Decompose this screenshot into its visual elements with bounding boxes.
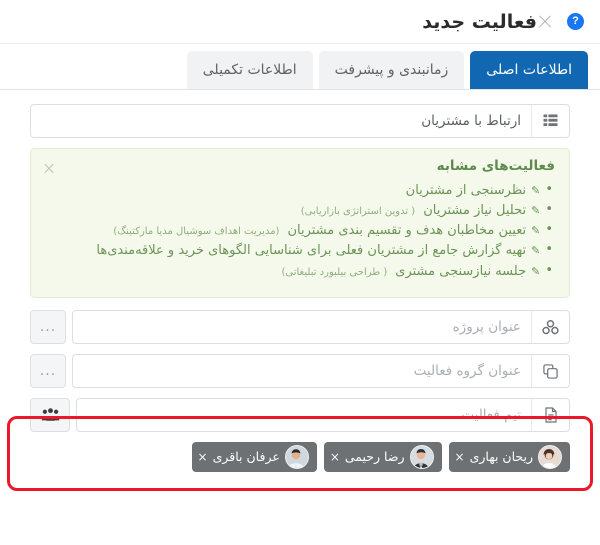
cubes-icon[interactable] xyxy=(531,311,569,343)
pencil-square-icon[interactable]: ✎ xyxy=(531,202,540,219)
similar-activity-note: ( طراحی بیلبورد تبلیغاتی) xyxy=(281,266,388,278)
team-member-name: عرفان باقری xyxy=(212,448,280,464)
copy-icon[interactable] xyxy=(531,355,569,387)
tab-supplementary-info[interactable]: اطلاعات تکمیلی xyxy=(186,51,313,89)
pencil-square-icon[interactable]: ✎ xyxy=(531,263,540,280)
activity-group-more-button[interactable]: ... xyxy=(30,354,66,388)
bullet-icon: • xyxy=(545,182,553,197)
team-member-name: ریحان بهاری xyxy=(469,448,533,464)
team-member-name: رضا رحیمی xyxy=(344,448,405,464)
remove-member-icon[interactable]: × xyxy=(330,451,340,463)
list-item[interactable]: • ✎ نظرسنجی از مشتریان xyxy=(43,181,555,201)
avatar xyxy=(409,445,434,469)
tab-schedule-progress[interactable]: زمانبندی و پیشرفت xyxy=(318,51,465,89)
remove-member-icon[interactable]: × xyxy=(455,451,465,463)
modal-header: ? فعالیت جدید xyxy=(0,0,600,44)
project-more-button[interactable]: ... xyxy=(30,310,66,344)
similar-activity-label: جلسه نیازسنجی مشتری xyxy=(395,263,527,279)
list-item[interactable]: • ✎ جلسه نیازسنجی مشتری ( طراحی بیلبورد … xyxy=(43,262,555,282)
list-item[interactable]: • ✎ تحلیل نیاز مشتریان ( تدوین استراتژی … xyxy=(43,201,555,221)
list-item[interactable]: • ✎ تهیه گزارش جامع از مشتریان فعلی برای… xyxy=(43,241,555,261)
bullet-icon: • xyxy=(545,262,553,278)
pencil-square-icon[interactable]: ✎ xyxy=(531,222,540,239)
page-title: فعالیت جدید xyxy=(422,10,537,33)
activity-team-field[interactable] xyxy=(76,398,570,432)
pencil-square-icon[interactable]: ✎ xyxy=(531,242,540,259)
activity-group-row: ... xyxy=(30,354,570,388)
bullet-icon: • xyxy=(545,202,553,218)
team-member-chip[interactable]: رضا رحیمی × xyxy=(323,442,442,472)
team-member-chip[interactable]: ریحان بهاری × xyxy=(448,442,570,472)
header-actions: ? xyxy=(537,13,584,30)
alert-close-icon[interactable] xyxy=(43,163,55,175)
activity-type-input[interactable] xyxy=(31,105,531,137)
table-list-icon[interactable] xyxy=(531,105,569,137)
project-input[interactable] xyxy=(73,311,531,343)
close-icon[interactable] xyxy=(537,14,553,30)
tab-bar: اطلاعات اصلی زمانبندی و پیشرفت اطلاعات ت… xyxy=(0,44,600,90)
similar-activities-title: فعالیت‌های مشابه xyxy=(436,158,555,174)
similar-activity-label: تحلیل نیاز مشتریان xyxy=(423,203,527,219)
similar-activity-label: نظرسنجی از مشتریان xyxy=(405,183,527,198)
activity-team-row xyxy=(30,398,570,432)
new-activity-modal: ? فعالیت جدید اطلاعات اصلی زمانبندی و پی… xyxy=(0,0,600,545)
users-group-icon[interactable] xyxy=(30,398,70,432)
avatar xyxy=(538,445,562,469)
document-icon[interactable] xyxy=(531,399,569,431)
similar-activity-note: ( تدوین استراتژی بازاریابی) xyxy=(300,206,416,218)
remove-member-icon[interactable]: × xyxy=(198,451,208,463)
similar-activity-note: (مدیریت اهداف سوشیال مدیا مارکتینگ) xyxy=(113,226,280,238)
activity-group-input[interactable] xyxy=(73,355,531,387)
tab-main-info[interactable]: اطلاعات اصلی xyxy=(470,51,588,89)
activity-type-row xyxy=(30,104,570,138)
similar-activity-label: تعیین مخاطبان هدف و تقسیم بندی مشتریان xyxy=(287,223,527,239)
modal-body: فعالیت‌های مشابه • ✎ نظرسنجی از مشتریان … xyxy=(0,90,600,545)
list-item[interactable]: • ✎ تعیین مخاطبان هدف و تقسیم بندی مشتری… xyxy=(43,221,555,241)
similar-activities-alert: فعالیت‌های مشابه • ✎ نظرسنجی از مشتریان … xyxy=(30,148,570,298)
similar-activity-label: تهیه گزارش جامع از مشتریان فعلی برای شنا… xyxy=(96,243,527,259)
activity-group-field[interactable] xyxy=(72,354,570,388)
activity-team-input[interactable] xyxy=(77,399,531,431)
help-circle-icon[interactable]: ? xyxy=(567,13,584,30)
team-member-chip[interactable]: عرفان باقری × xyxy=(191,442,317,472)
avatar xyxy=(284,445,309,469)
bullet-icon: • xyxy=(545,242,553,258)
activity-type-field[interactable] xyxy=(30,104,570,138)
similar-activities-list: • ✎ نظرسنجی از مشتریان • ✎ تحلیل نیاز مش… xyxy=(43,181,555,282)
project-field[interactable] xyxy=(72,310,570,344)
bullet-icon: • xyxy=(545,222,553,238)
pencil-square-icon[interactable]: ✎ xyxy=(531,182,540,199)
team-members-chips: ریحان بهاری × رضا رحیمی × عرفان باقری × xyxy=(30,442,570,472)
project-row: ... xyxy=(30,310,570,344)
